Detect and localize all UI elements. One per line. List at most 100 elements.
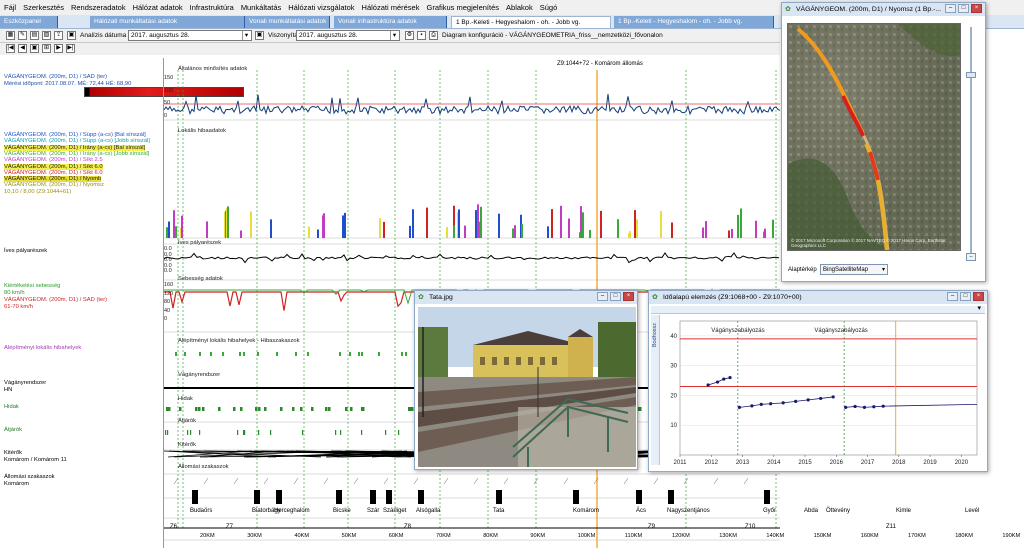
station-hatch (713, 477, 719, 485)
maximize-icon[interactable]: □ (610, 292, 621, 301)
dropdown-arrow-icon[interactable]: ▾ (242, 31, 250, 40)
crossing-marker (190, 430, 192, 435)
minimize-icon[interactable]: – (947, 292, 958, 301)
substructure-marker (184, 352, 186, 356)
minimize-icon[interactable]: – (597, 292, 608, 301)
close-icon[interactable]: × (971, 4, 982, 13)
menu-item[interactable]: Hálózati vizsgálatok (288, 3, 354, 12)
menu-item[interactable]: Grafikus megjelenítés (426, 3, 499, 12)
km-label: 110KM (624, 533, 643, 539)
analysis-date-field[interactable]: 2017. augusztus 28. ▾ (128, 30, 252, 41)
dropdown-arrow-icon[interactable]: ▾ (390, 31, 398, 40)
zoom-slider[interactable]: – (966, 27, 976, 261)
local-defect-bar (227, 206, 229, 238)
edit-icon[interactable]: ✎ (18, 31, 27, 40)
maximize-icon[interactable]: □ (960, 292, 971, 301)
base-map-select[interactable]: BingSatelliteMap ▾ (820, 264, 888, 275)
substructure-marker (243, 352, 245, 356)
time-data-point (737, 405, 741, 409)
time-data-point (872, 405, 876, 409)
substructure-marker (175, 352, 177, 356)
satellite-map[interactable]: © 2017 Microsoft Corporation © 2017 NAVT… (787, 23, 961, 251)
settings-icon[interactable]: ⚙ (405, 31, 414, 40)
pin-icon[interactable]: ▾ (977, 304, 981, 312)
base-map-label: Alaptérkép (788, 267, 817, 273)
photo-window-titlebar[interactable]: ✿ Tata.jpg – □ × (415, 291, 637, 304)
time-analysis-titlebar[interactable]: ✿ Időalapú elemzés (Z9:1068+00 - Z9:1070… (649, 291, 987, 304)
time-data-point (862, 405, 867, 409)
menu-item[interactable]: Ablakok (506, 3, 533, 12)
crossing-marker (335, 430, 337, 435)
close-icon[interactable]: × (973, 292, 984, 301)
local-defect-bar (175, 226, 177, 238)
chart-icon[interactable]: ▤ (30, 31, 39, 40)
substructure-marker (276, 352, 278, 356)
station-label: Herceghalom (274, 508, 310, 514)
skip-start-icon[interactable]: |◀ (6, 44, 15, 53)
tab[interactable]: 1 Bp.-Keleti - Hegyeshalom - oh. - Jobb … (451, 16, 611, 28)
map-window-titlebar[interactable]: ✿ VÁGÁNYGEOM. (200m, D1) / Nyomsz (1 Bp.… (782, 3, 985, 16)
local-defect-bar (634, 210, 636, 238)
layers-icon[interactable]: ▧ (42, 31, 51, 40)
local-defect-bar (206, 221, 208, 238)
menu-item[interactable]: Infrastruktúra (190, 3, 234, 12)
menu-item[interactable]: Rendszeradatok (71, 3, 126, 12)
station-hatch (293, 477, 299, 485)
photo-window[interactable]: ✿ Tata.jpg – □ × (414, 290, 638, 470)
tab[interactable]: Vonali infrastruktúra adatok (334, 16, 447, 28)
diagram-config-label[interactable]: Diagram konfiguráció - VÁGÁNYGEOMETRIA_f… (442, 32, 663, 39)
time-analysis-window[interactable]: ✿ Időalapú elemzés (Z9:1068+00 - Z9:1070… (648, 290, 988, 472)
menu-item[interactable]: Fájl (4, 3, 16, 12)
substructure-marker (210, 352, 212, 356)
time-plot-frame (679, 320, 978, 456)
substructure-marker (349, 352, 351, 356)
zoom-icon[interactable]: ⊞ (42, 44, 51, 53)
menu-item[interactable]: Szerkesztés (23, 3, 64, 12)
menu-item[interactable]: Hálózati mérések (362, 3, 420, 12)
tab[interactable]: Vonali munkáltatási adatok (245, 16, 330, 28)
station-block (386, 490, 392, 504)
grid-icon[interactable]: ▦ (6, 31, 15, 40)
zoom-fit-icon[interactable]: ▣ (30, 44, 39, 53)
menu-item[interactable]: Súgó (540, 3, 558, 12)
y-tick-label: 100 (164, 87, 174, 94)
station-hatch (563, 477, 569, 485)
local-defect-bar (764, 228, 766, 238)
time-x-tick-label: 2015 (798, 460, 812, 466)
station-block (370, 490, 376, 504)
zoom-out-icon[interactable]: – (966, 253, 976, 261)
zoom-slider-thumb[interactable] (966, 72, 976, 78)
maintenance-annotation: Vágányszabályozás (814, 328, 867, 334)
calendar-icon[interactable]: ▣ (255, 31, 264, 40)
menu-item[interactable]: Hálózat adatok (133, 3, 183, 12)
local-defect-bar (458, 209, 460, 238)
map-window[interactable]: ✿ VÁGÁNYGEOM. (200m, D1) / Nyomsz (1 Bp.… (781, 2, 986, 282)
tab[interactable]: Hálózati munkáltatási adatok (90, 16, 245, 28)
menu-item[interactable]: Munkáltatás (241, 3, 281, 12)
minimize-icon[interactable]: – (945, 4, 956, 13)
save-icon[interactable]: ▪ (417, 31, 426, 40)
switches-label: Kitérők (4, 450, 23, 456)
tab[interactable]: Eszközpanel (0, 16, 58, 28)
bridge-marker (280, 407, 283, 411)
tab[interactable]: 1 Bp.-Keleti - Hegyeshalom - oh. - Jobb … (614, 16, 774, 28)
row-title: Lokális hibaadatok (178, 128, 227, 134)
zone-label: Z10 (745, 524, 756, 530)
bridge-marker (311, 407, 314, 411)
print-icon[interactable]: ⎙ (429, 31, 438, 40)
time-data-point (759, 402, 763, 406)
next-icon[interactable]: ▶ (54, 44, 63, 53)
time-data-point (853, 404, 857, 409)
previous-icon[interactable]: ◀ (18, 44, 27, 53)
time-analysis-title: Időalapú elemzés (Z9:1068+00 - Z9:1070+0… (663, 294, 802, 301)
maximize-icon[interactable]: □ (958, 4, 969, 13)
skip-end-icon[interactable]: ▶| (66, 44, 75, 53)
calendar-icon[interactable]: ▣ (67, 31, 76, 40)
close-icon[interactable]: × (623, 292, 634, 301)
reference-date-field[interactable]: 2017. augusztus 28. ▾ (296, 30, 400, 41)
time-data-point (715, 380, 720, 384)
export-icon[interactable]: ⇪ (54, 31, 63, 40)
station-label: Abda (804, 508, 819, 514)
crossing-marker (302, 430, 304, 435)
local-defect-bar (636, 219, 638, 238)
